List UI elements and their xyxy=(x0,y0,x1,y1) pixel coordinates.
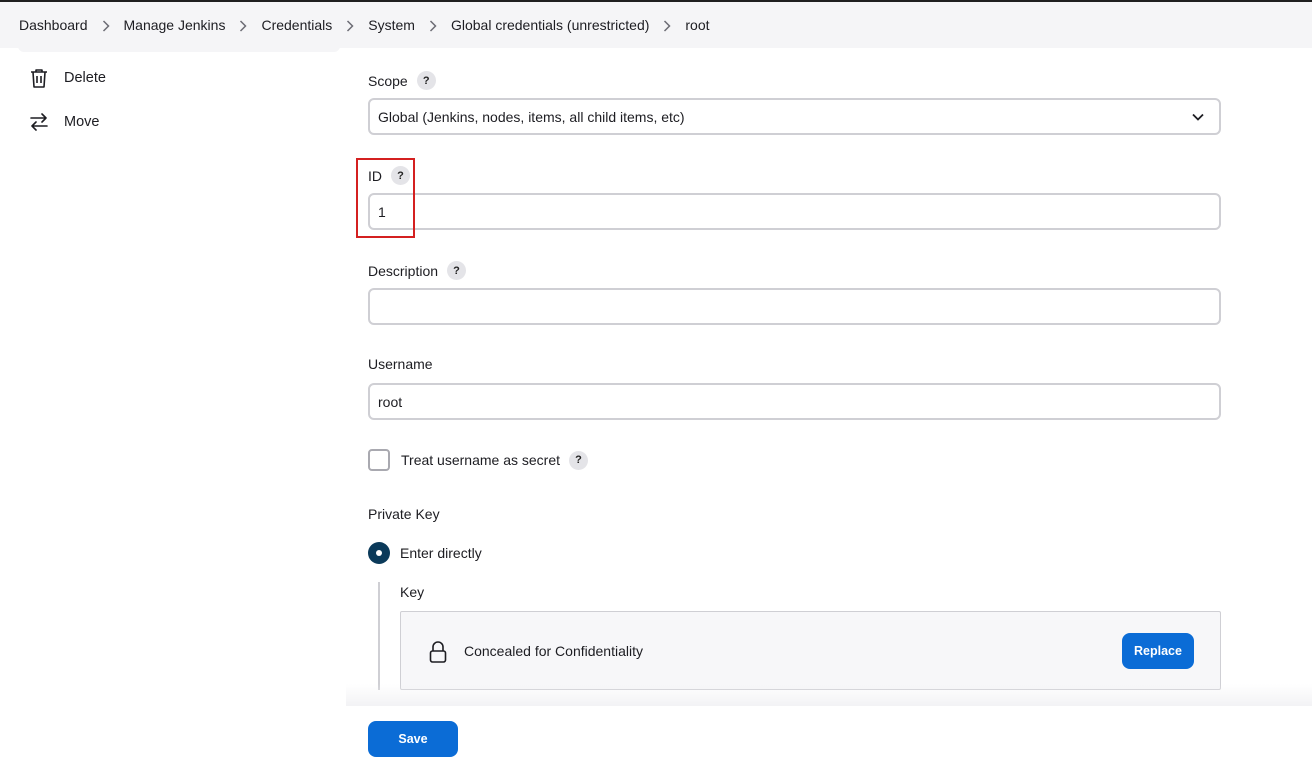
key-label-text: Key xyxy=(400,584,425,600)
username-input[interactable] xyxy=(368,383,1221,420)
bottom-action-bar xyxy=(346,706,1312,770)
enter-directly-label[interactable]: Enter directly xyxy=(400,545,482,561)
breadcrumb: Dashboard Manage Jenkins Credentials Sys… xyxy=(0,17,710,33)
private-key-label: Private Key xyxy=(368,506,440,522)
sidebar-item-delete[interactable]: Delete xyxy=(28,62,106,94)
sidebar-item-label: Delete xyxy=(64,70,106,86)
breadcrumb-bar: Dashboard Manage Jenkins Credentials Sys… xyxy=(0,2,1312,48)
description-label: Description ? xyxy=(368,261,467,280)
sidebar-item-label: Move xyxy=(64,114,100,130)
breadcrumb-global-credentials[interactable]: Global credentials (unrestricted) xyxy=(451,17,649,33)
scope-selected-value: Global (Jenkins, nodes, items, all child… xyxy=(378,108,685,125)
nested-section-divider xyxy=(378,582,380,690)
chevron-right-icon xyxy=(225,17,261,33)
concealed-text: Concealed for Confidentiality xyxy=(464,643,643,659)
id-label: ID ? xyxy=(368,166,410,185)
sidebar-item-move[interactable]: Move xyxy=(28,106,99,138)
chevron-down-icon xyxy=(1192,113,1204,121)
concealed-key-panel: Concealed for Confidentiality Replace xyxy=(400,611,1221,690)
chevron-right-icon xyxy=(332,17,368,33)
help-icon[interactable]: ? xyxy=(391,166,410,185)
id-input[interactable] xyxy=(368,193,1221,230)
breadcrumb-manage-jenkins[interactable]: Manage Jenkins xyxy=(124,17,226,33)
help-icon[interactable]: ? xyxy=(447,261,467,280)
treat-username-secret-label[interactable]: Treat username as secret xyxy=(401,452,560,468)
replace-button[interactable]: Replace xyxy=(1122,633,1194,669)
username-label-text: Username xyxy=(368,356,433,372)
help-icon[interactable]: ? xyxy=(416,71,436,90)
treat-username-secret-row: Treat username as secret ? xyxy=(368,449,588,471)
breadcrumb-root[interactable]: root xyxy=(685,17,709,33)
description-input[interactable] xyxy=(368,288,1221,325)
breadcrumb-system[interactable]: System xyxy=(368,17,415,33)
chevron-right-icon xyxy=(649,17,685,33)
arrows-swap-icon xyxy=(28,111,50,133)
breadcrumb-credentials[interactable]: Credentials xyxy=(261,17,332,33)
help-icon[interactable]: ? xyxy=(569,450,588,470)
breadcrumb-dashboard[interactable]: Dashboard xyxy=(19,17,88,33)
treat-username-secret-checkbox[interactable] xyxy=(368,449,390,471)
username-label: Username xyxy=(368,356,433,372)
sidebar-tab-edge xyxy=(18,46,340,52)
description-label-text: Description xyxy=(368,262,439,279)
private-key-label-text: Private Key xyxy=(368,506,440,522)
scope-label: Scope ? xyxy=(368,71,436,90)
enter-directly-radio[interactable] xyxy=(368,541,390,564)
lock-icon xyxy=(429,641,447,663)
scope-label-text: Scope xyxy=(368,72,408,89)
id-label-text: ID xyxy=(368,167,382,184)
enter-directly-row: Enter directly xyxy=(368,541,482,564)
scope-select[interactable]: Global (Jenkins, nodes, items, all child… xyxy=(368,98,1221,135)
key-label: Key xyxy=(400,584,424,600)
save-button[interactable]: Save xyxy=(368,721,458,757)
chevron-right-icon xyxy=(88,17,124,33)
trash-icon xyxy=(28,67,50,89)
chevron-right-icon xyxy=(415,17,451,33)
